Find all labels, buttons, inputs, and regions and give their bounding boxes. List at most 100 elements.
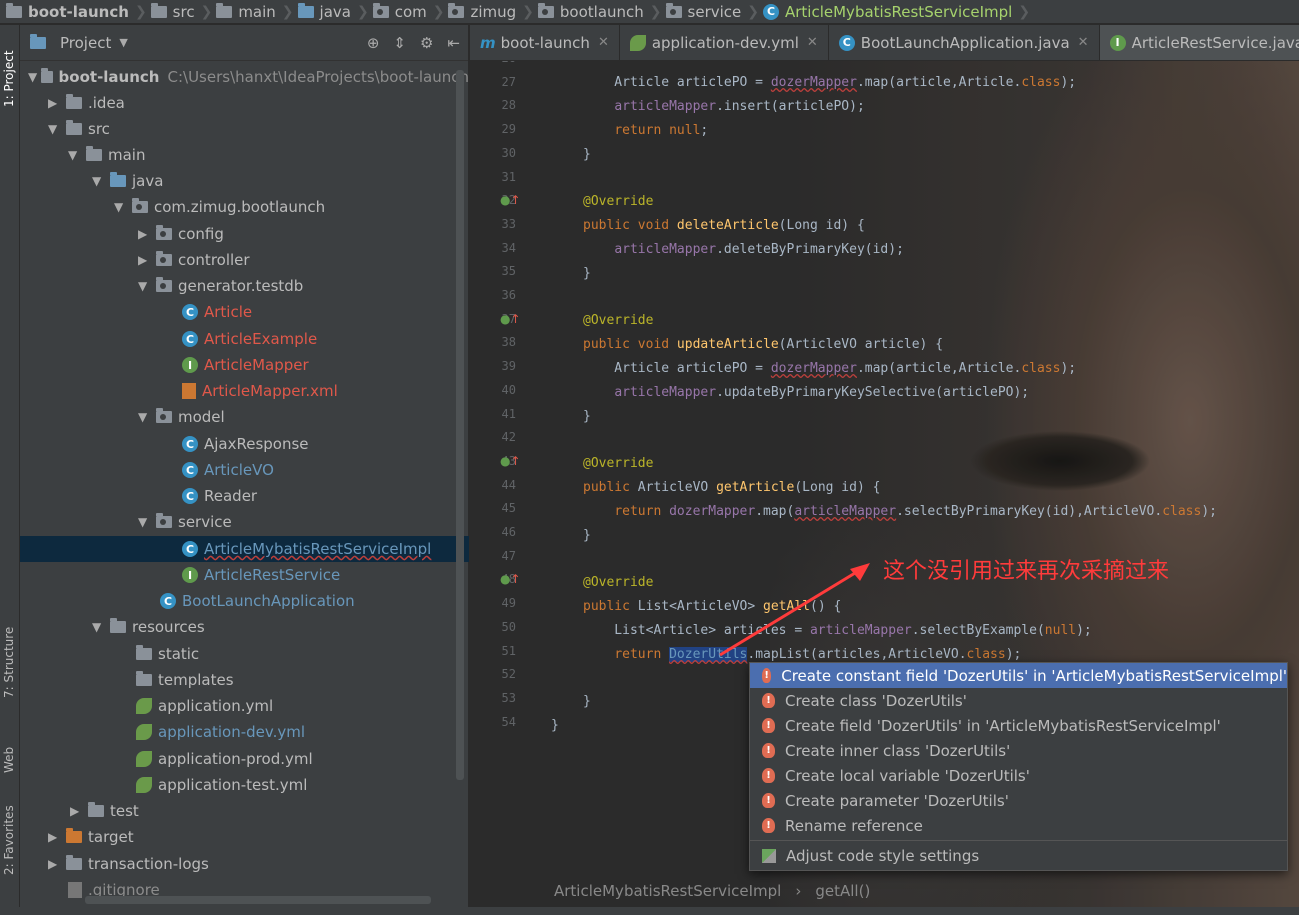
locate-icon[interactable]: ⊕	[367, 34, 380, 52]
tree-item-generator[interactable]: ▼ generator.testdb	[20, 273, 469, 299]
collapsed-arrow-icon[interactable]: ▶	[138, 253, 156, 267]
breadcrumb-src[interactable]: src ❯	[150, 2, 212, 21]
quick-fix-item[interactable]: ! Create local variable 'DozerUtils'	[750, 763, 1287, 788]
tree-scrollbar[interactable]	[456, 70, 464, 780]
adjust-code-style-item[interactable]: Adjust code style settings	[750, 843, 1287, 868]
project-view-selector[interactable]: Project	[60, 34, 111, 52]
close-icon[interactable]: ✕	[1078, 35, 1089, 50]
tab-application-dev-yml[interactable]: application-dev.yml ✕	[620, 25, 829, 60]
horizontal-scrollbar[interactable]	[85, 896, 431, 904]
quick-fix-item[interactable]: ! Create class 'DozerUtils'	[750, 688, 1287, 713]
tree-item-article-mapper[interactable]: I ArticleMapper	[20, 352, 469, 378]
tree-item-transaction-logs[interactable]: ▶ transaction-logs	[20, 851, 469, 877]
breadcrumb-method[interactable]: getAll()	[815, 882, 870, 900]
tree-item-java[interactable]: ▼ java	[20, 168, 469, 194]
tree-item-src[interactable]: ▼ src	[20, 116, 469, 142]
gear-icon[interactable]: ⚙	[420, 34, 433, 52]
tab-article-rest-service[interactable]: I ArticleRestService.java	[1099, 25, 1299, 60]
tree-item-ajax-response[interactable]: C AjaxResponse	[20, 431, 469, 457]
tool-tab-structure[interactable]: 7: Structure	[2, 627, 16, 698]
tree-item-reader[interactable]: C Reader	[20, 483, 469, 509]
override-marker-icon[interactable]: ●↑	[500, 193, 521, 207]
tree-item-model[interactable]: ▼ model	[20, 404, 469, 430]
breadcrumb-service[interactable]: service ❯	[665, 2, 759, 21]
expanded-arrow-icon[interactable]: ▼	[138, 279, 156, 293]
tree-item-package-root[interactable]: ▼ com.zimug.bootlaunch	[20, 194, 469, 220]
chevron-down-icon[interactable]: ▼	[119, 36, 127, 49]
tool-tab-project[interactable]: 1: Project	[2, 50, 16, 107]
tree-item-static[interactable]: static	[20, 641, 469, 667]
tab-boot-launch-application[interactable]: C BootLaunchApplication.java ✕	[829, 25, 1100, 60]
tree-item-article-mybatis-impl[interactable]: C ArticleMybatisRestServiceImpl	[20, 536, 469, 562]
expanded-arrow-icon[interactable]: ▼	[48, 122, 66, 136]
tree-item-application-test-yml[interactable]: application-test.yml	[20, 772, 469, 798]
collapsed-arrow-icon[interactable]: ▶	[138, 227, 156, 241]
expanded-arrow-icon[interactable]: ▼	[138, 515, 156, 529]
tree-item-resources[interactable]: ▼ resources	[20, 614, 469, 640]
tree-item-main[interactable]: ▼ main	[20, 142, 469, 168]
hide-panel-icon[interactable]: ⇤	[447, 34, 460, 52]
tool-tab-favorites[interactable]: 2: Favorites	[2, 805, 16, 875]
tree-item-article-vo[interactable]: C ArticleVO	[20, 457, 469, 483]
file-icon	[68, 882, 82, 898]
tree-item-label: target	[88, 828, 134, 846]
quick-fix-item[interactable]: ! Rename reference	[750, 813, 1287, 838]
breadcrumb-zimug[interactable]: zimug ❯	[448, 2, 534, 21]
override-marker-icon[interactable]: ●↑	[500, 454, 521, 468]
excluded-folder-icon	[66, 828, 82, 843]
tree-item-root[interactable]: ▼ boot-launch C:\Users\hanxt\IdeaProjects\…	[20, 64, 469, 90]
expanded-arrow-icon[interactable]: ▼	[28, 70, 41, 84]
tree-item-boot-launch-app[interactable]: C BootLaunchApplication	[20, 588, 469, 614]
tree-item-test[interactable]: ▶ test	[20, 798, 469, 824]
breadcrumb-com[interactable]: com ❯	[372, 2, 444, 21]
breadcrumb-project[interactable]: boot-launch ❯	[6, 2, 147, 21]
breadcrumb-class[interactable]: ArticleMybatisRestServiceImpl	[554, 882, 781, 900]
close-icon[interactable]: ✕	[598, 35, 609, 50]
tree-item-article-example[interactable]: C ArticleExample	[20, 326, 469, 352]
tool-tab-web[interactable]: Web	[2, 747, 16, 773]
collapsed-arrow-icon[interactable]: ▶	[48, 96, 66, 110]
line-number: 29	[501, 122, 516, 137]
close-icon[interactable]: ✕	[807, 35, 818, 50]
tree-item-config[interactable]: ▶ config	[20, 221, 469, 247]
code-line: }	[551, 718, 559, 733]
collapse-all-icon[interactable]: ⇕	[393, 34, 406, 52]
tree-item-application-yml[interactable]: application.yml	[20, 693, 469, 719]
tree-item-label: config	[178, 225, 224, 243]
tree-item-controller[interactable]: ▶ controller	[20, 247, 469, 273]
expanded-arrow-icon[interactable]: ▼	[138, 410, 156, 424]
quick-fix-item[interactable]: ! Create inner class 'DozerUtils'	[750, 738, 1287, 763]
override-marker-icon[interactable]: ●↑	[500, 572, 521, 586]
line-number: 34	[501, 240, 516, 255]
tree-item-target[interactable]: ▶ target	[20, 824, 469, 850]
collapsed-arrow-icon[interactable]: ▶	[48, 857, 66, 871]
tree-item-article-rest-service[interactable]: I ArticleRestService	[20, 562, 469, 588]
tree-item-idea[interactable]: ▶ .idea	[20, 90, 469, 116]
tree-item-article-mapper-xml[interactable]: ArticleMapper.xml	[20, 378, 469, 404]
interface-icon: I	[182, 357, 198, 373]
tree-item-templates[interactable]: templates	[20, 667, 469, 693]
override-marker-icon[interactable]: ●↑	[500, 312, 521, 326]
breadcrumb-bootlaunch[interactable]: bootlaunch ❯	[537, 2, 662, 21]
line-number: 46	[501, 525, 516, 539]
breadcrumb-java[interactable]: java ❯	[297, 2, 369, 21]
breadcrumb-class[interactable]: C ArticleMybatisRestServiceImpl ❯	[763, 3, 1030, 21]
quick-fix-item[interactable]: ! Create constant field 'DozerUtils' in '…	[750, 663, 1287, 688]
expanded-arrow-icon[interactable]: ▼	[114, 200, 132, 214]
tree-item-application-prod-yml[interactable]: application-prod.yml	[20, 746, 469, 772]
tree-item-article[interactable]: C Article	[20, 299, 469, 325]
breadcrumb-main[interactable]: main ❯	[216, 2, 294, 21]
collapsed-arrow-icon[interactable]: ▶	[70, 804, 88, 818]
collapsed-arrow-icon[interactable]: ▶	[48, 830, 66, 844]
quick-fix-label: Create field 'DozerUtils' in 'ArticleMyb…	[785, 716, 1221, 735]
tree-item-application-dev-yml[interactable]: application-dev.yml	[20, 719, 469, 745]
code-line: public void updateArticle(ArticleVO arti…	[583, 337, 944, 352]
tree-item-service[interactable]: ▼ service	[20, 509, 469, 535]
tab-boot-launch[interactable]: m boot-launch ✕	[470, 25, 620, 60]
quick-fix-item[interactable]: ! Create parameter 'DozerUtils'	[750, 788, 1287, 813]
line-number: 33	[501, 216, 516, 231]
expanded-arrow-icon[interactable]: ▼	[92, 174, 110, 188]
expanded-arrow-icon[interactable]: ▼	[68, 148, 86, 162]
quick-fix-item[interactable]: ! Create field 'DozerUtils' in 'ArticleMy…	[750, 713, 1287, 738]
expanded-arrow-icon[interactable]: ▼	[92, 620, 110, 634]
